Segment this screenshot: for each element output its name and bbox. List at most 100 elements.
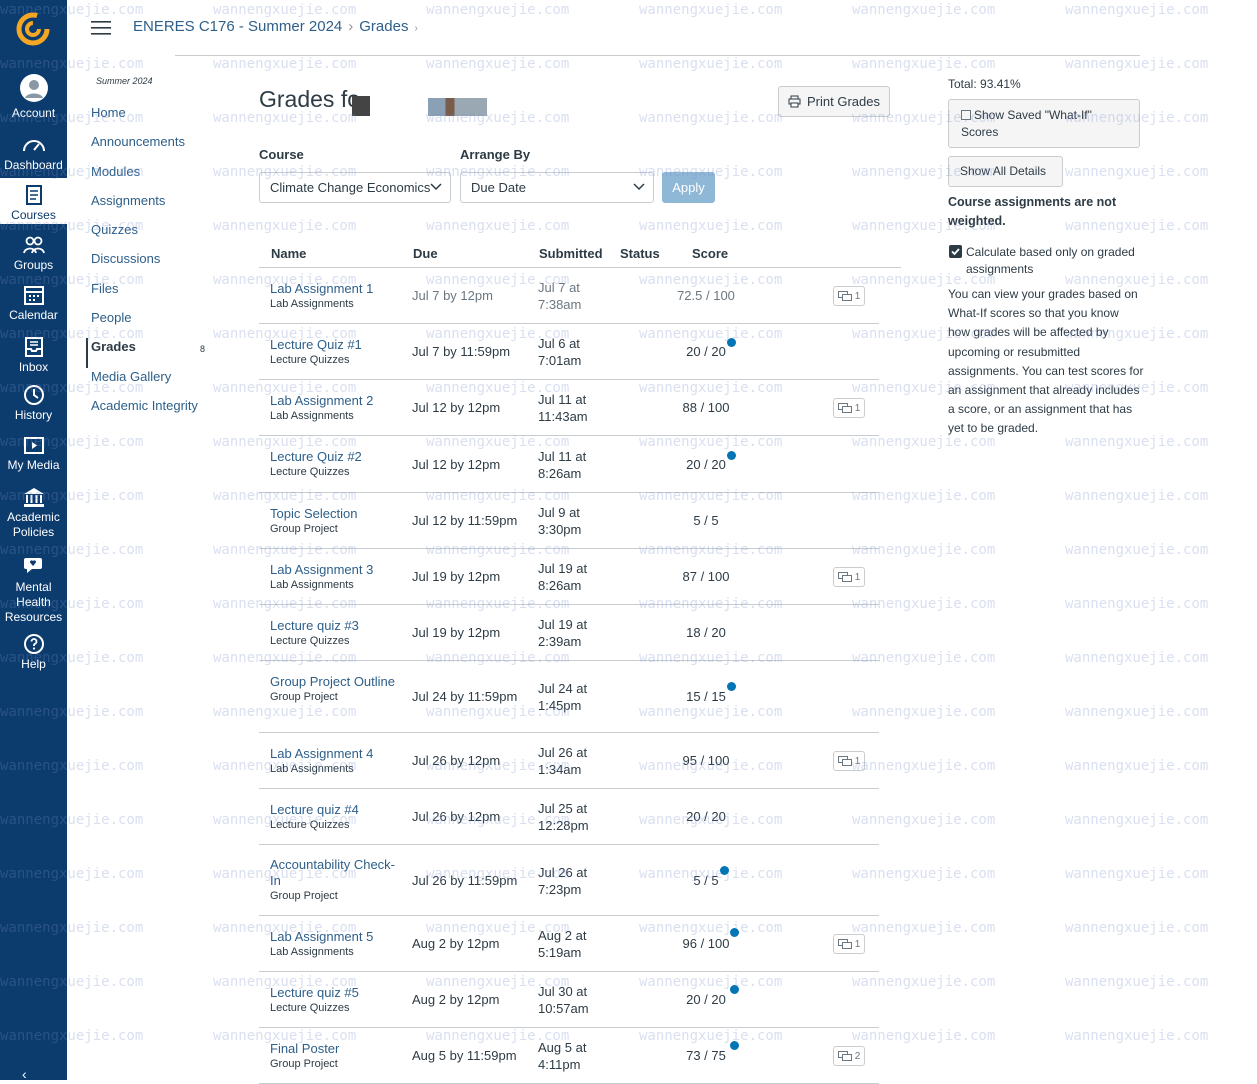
global-nav-help[interactable]: Help [0,627,67,671]
course-nav-people[interactable]: People [91,309,211,338]
global-nav-academic-policies[interactable]: Academic Policies [0,480,67,544]
comments-count: 1 [854,402,861,414]
logo-icon[interactable] [16,12,50,51]
comments-button[interactable]: 1 [833,286,865,306]
column-header-due[interactable]: Due [413,246,438,261]
global-nav-label: Academic Policies [7,510,60,539]
comments-button[interactable]: 1 [833,398,865,418]
submitted-date: Aug 5 at 4:11pm [538,1040,587,1072]
assignment-link[interactable]: Lecture quiz #3 [270,618,359,633]
column-header-name[interactable]: Name [271,246,306,261]
watermark-text: wannengxuejie.com [1065,920,1209,936]
score[interactable]: 18 / 20 [639,625,773,640]
course-nav-files[interactable]: Files [91,280,211,309]
score[interactable]: 5 / 5 [639,873,773,888]
print-grades-button[interactable]: Print Grades [778,86,890,117]
course-nav-discussions[interactable]: Discussions [91,250,211,279]
global-nav-label: Calendar [9,308,58,322]
comments-button[interactable]: 1 [833,751,865,771]
score[interactable]: 87 / 100 [639,569,773,584]
show-saved-what-if-button[interactable]: Show Saved "What-If" Scores [948,99,1140,148]
assignment-link[interactable]: Lab Assignment 4 [270,746,373,761]
course-nav-media-gallery[interactable]: Media Gallery [91,368,211,397]
global-nav-history[interactable]: History [0,378,67,424]
submitted-date: Jul 26 at 7:23pm [538,864,588,897]
score[interactable]: 73 / 75 [639,1048,773,1063]
course-nav-assignments[interactable]: Assignments [91,192,211,221]
watermark-text: wannengxuejie.com [1065,866,1209,882]
comments-button[interactable]: 1 [833,934,865,954]
due-date: Jul 7 by 12pm [412,288,493,303]
score[interactable]: 20 / 20 [639,992,773,1007]
global-nav-label: Help [21,657,46,671]
assignment-link[interactable]: Lecture Quiz #2 [270,449,362,464]
unread-indicator-icon [720,866,729,875]
assignment-name-cell: Topic Selection Group Project [270,506,400,537]
score[interactable]: 96 / 100 [639,936,773,951]
assignment-link[interactable]: Lab Assignment 2 [270,393,373,408]
assignment-link[interactable]: Lab Assignment 1 [270,281,373,296]
column-header-score[interactable]: Score [692,246,728,261]
calculate-checkbox[interactable] [949,245,962,258]
assignment-link[interactable]: Lecture Quiz #1 [270,337,362,352]
global-nav-label: Account [11,106,56,120]
global-nav-account[interactable]: Account [0,72,67,122]
global-nav-calendar[interactable]: Calendar [0,278,67,324]
arrange-by-select[interactable]: Due Date [460,172,654,203]
unread-indicator-icon [730,928,739,937]
chevron-down-icon [633,183,645,191]
course-nav-home[interactable]: Home [91,104,211,133]
assignment-link[interactable]: Final Poster [270,1041,339,1056]
course-nav-announcements[interactable]: Announcements [91,133,211,162]
breadcrumb-course[interactable]: ENERES C176 - Summer 2024 [133,18,342,35]
score[interactable]: 20 / 20 [639,344,773,359]
assignment-link[interactable]: Group Project Outline [270,674,395,689]
score[interactable]: 72.5 / 100 [639,288,773,303]
breadcrumb-page[interactable]: Grades [359,18,408,35]
global-nav-groups[interactable]: Groups [0,228,67,274]
course-nav-academic-integrity[interactable]: Academic Integrity [91,397,211,426]
due-date: Jul 26 by 11:59pm [412,872,518,888]
assignment-name-cell: Lab Assignment 1 Lab Assignments [270,281,400,312]
course-nav-modules[interactable]: Modules [91,163,211,192]
assignment-link[interactable]: Lecture quiz #4 [270,802,359,817]
table-row: Group Project Outline Group Project Jul … [259,661,879,733]
assignment-link[interactable]: Topic Selection [270,506,357,521]
assignment-category: Group Project [270,1057,338,1070]
score[interactable]: 5 / 5 [639,513,773,528]
global-nav-dashboard[interactable]: Dashboard [0,128,67,174]
assignment-link[interactable]: Accountability Check-In [270,857,395,888]
assignment-name-cell: Lecture quiz #5 Lecture Quizzes [270,985,400,1016]
assignment-link[interactable]: Lecture quiz #5 [270,985,359,1000]
watermark-text: wannengxuejie.com [1065,488,1209,504]
show-all-details-button[interactable]: Show All Details [948,156,1063,187]
submitted-date: Jul 11 at 8:26am [538,448,587,481]
assignment-link[interactable]: Lab Assignment 5 [270,929,373,944]
score[interactable]: 20 / 20 [639,457,773,472]
course-select[interactable]: Climate Change Economics [259,172,451,203]
global-nav-label: Mental Health Resources [4,580,63,624]
global-nav-inbox[interactable]: Inbox [0,330,67,376]
table-row: Lab Assignment 5 Lab Assignments Aug 2 b… [259,916,879,972]
collapse-nav-icon[interactable]: ‹ [22,1067,27,1081]
hamburger-menu-icon[interactable] [91,20,111,41]
column-header-submitted[interactable]: Submitted [539,246,603,261]
comments-button[interactable]: 2 [833,1046,865,1066]
assignment-name-cell: Lecture quiz #4 Lecture Quizzes [270,802,400,833]
course-nav-grades[interactable]: Grades 8 [86,338,211,368]
score[interactable]: 88 / 100 [639,400,773,415]
comments-button[interactable]: 1 [833,567,865,587]
table-row: Lab Assignment 4 Lab Assignments Jul 26 … [259,733,879,789]
global-nav-mental-health[interactable]: Mental Health Resources [0,548,67,628]
column-header-status[interactable]: Status [620,246,660,261]
assignment-category: Group Project [270,522,338,535]
score[interactable]: 15 / 15 [639,689,773,704]
assignment-link[interactable]: Lab Assignment 3 [270,562,373,577]
global-nav-my-media[interactable]: My Media [0,428,67,474]
course-nav-quizzes[interactable]: Quizzes [91,221,211,250]
score[interactable]: 95 / 100 [639,753,773,768]
score[interactable]: 20 / 20 [639,809,773,824]
assignment-category: Lab Assignments [270,297,354,310]
global-nav-courses[interactable]: Courses [0,178,67,224]
apply-button[interactable]: Apply [662,172,715,203]
